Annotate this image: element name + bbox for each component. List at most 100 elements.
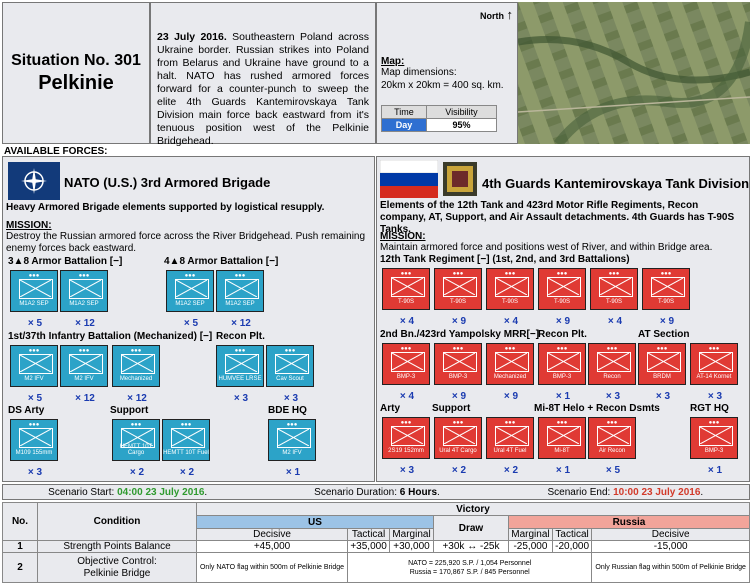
nato-unit-counter[interactable]: ●●● M2 IFV bbox=[60, 345, 108, 387]
russia-unit-counter[interactable]: ●●● T-90S bbox=[590, 268, 638, 310]
russia-unit-counter[interactable]: ●●● BMP-3 bbox=[690, 417, 738, 459]
nato-unit-counter[interactable]: ●●● HEMTT 10T Cargo bbox=[112, 419, 160, 461]
nato-unit-counter[interactable]: ●●● M1A2 SEP bbox=[166, 270, 214, 312]
unit-type-label: M1A2 SEP bbox=[225, 301, 255, 307]
nato-unit-quantity: × 1 bbox=[285, 467, 301, 478]
unit-type-label: Air Recon bbox=[598, 448, 626, 454]
nato-unit-counter[interactable]: ●●● M1A2 SEP bbox=[10, 270, 58, 312]
russia-group-label: 12th Tank Regiment [−] (1st, 2nd, and 3r… bbox=[380, 254, 630, 265]
russia-unit-quantity: × 3 bbox=[707, 391, 723, 402]
row2-condition: Objective Control: Pelkinie Bridge bbox=[37, 552, 197, 583]
division-emblem-icon bbox=[443, 162, 477, 196]
nato-subtitle: Heavy Armored Brigade elements supported… bbox=[6, 202, 325, 213]
russia-unit-quantity: × 4 bbox=[607, 316, 623, 327]
nato-unit-counter[interactable]: ●●● Mechanized bbox=[112, 345, 160, 387]
nato-unit-counter[interactable]: ●●● M1A2 SEP bbox=[60, 270, 108, 312]
russia-unit-counter[interactable]: ●●● Recon bbox=[588, 343, 636, 385]
russia-unit-counter[interactable]: ●●● 2S19 152mm bbox=[382, 417, 430, 459]
row1-threshold-value: -15,000 bbox=[591, 540, 750, 553]
victory-conditions-table: No. Condition Victory US Draw Russia Dec… bbox=[2, 502, 751, 583]
unit-symbol-icon bbox=[443, 277, 477, 297]
russia-unit-counter[interactable]: ●●● BMP-3 bbox=[382, 343, 430, 385]
nato-unit-quantity: × 3 bbox=[27, 467, 43, 478]
nato-unit-quantity: × 12 bbox=[127, 393, 147, 404]
victory-level-header: Marginal bbox=[389, 528, 434, 541]
nato-unit-counter[interactable]: ●●● M109 155mm bbox=[10, 419, 58, 461]
russia-unit-quantity: × 4 bbox=[503, 316, 519, 327]
unit-symbol-icon bbox=[391, 277, 425, 297]
nato-group-label: 3▲8 Armor Battalion [−] bbox=[8, 256, 123, 267]
unit-symbol-icon bbox=[19, 279, 53, 299]
unit-type-label: M2 IFV bbox=[282, 450, 302, 456]
unit-type-label: T-90S bbox=[605, 299, 622, 305]
russia-unit-quantity: × 9 bbox=[555, 316, 571, 327]
russia-unit-quantity: × 2 bbox=[451, 465, 467, 476]
unit-type-label: HEMTT 10T Fuel bbox=[163, 450, 209, 456]
nato-unit-quantity: × 12 bbox=[75, 318, 95, 329]
nato-unit-counter[interactable]: ●●● M2 IFV bbox=[10, 345, 58, 387]
russia-unit-counter[interactable]: ●●● AT-14 Kornet bbox=[690, 343, 738, 385]
scenario-end: Scenario End: 10:00 23 July 2016. bbox=[547, 486, 704, 498]
russia-unit-counter[interactable]: ●●● T-90S bbox=[642, 268, 690, 310]
russia-unit-counter[interactable]: ●●● BMP-3 bbox=[434, 343, 482, 385]
row1-threshold-value: -20,000 bbox=[551, 540, 593, 553]
russia-unit-counter[interactable]: ●●● Mechanized bbox=[486, 343, 534, 385]
situation-description: 23 July 2016. Southeastern Poland across… bbox=[150, 2, 376, 147]
nato-group-label: Support bbox=[110, 405, 149, 416]
unit-symbol-icon bbox=[699, 352, 733, 372]
russia-unit-quantity: × 1 bbox=[555, 391, 571, 402]
unit-symbol-icon bbox=[225, 354, 259, 374]
russia-unit-counter[interactable]: ●●● T-90S bbox=[382, 268, 430, 310]
victory-condition-header: Condition bbox=[37, 502, 197, 541]
scenario-duration-value: 6 Hours bbox=[399, 486, 438, 498]
unit-symbol-icon bbox=[19, 354, 53, 374]
nato-unit-counter[interactable]: ●●● M1A2 SEP bbox=[216, 270, 264, 312]
russia-unit-quantity: × 3 bbox=[399, 465, 415, 476]
unit-symbol-icon bbox=[121, 354, 155, 374]
time-value: Day bbox=[381, 118, 427, 132]
victory-header: Victory bbox=[196, 502, 750, 516]
russia-unit-counter[interactable]: ●●● BRDM bbox=[638, 343, 686, 385]
unit-symbol-icon bbox=[547, 426, 581, 446]
unit-type-label: T-90S bbox=[657, 299, 674, 305]
unit-symbol-icon bbox=[495, 352, 529, 372]
unit-type-label: T-90S bbox=[553, 299, 570, 305]
unit-type-label: Recon bbox=[603, 374, 621, 380]
nato-unit-counter[interactable]: ●●● M2 IFV bbox=[268, 419, 316, 461]
unit-symbol-icon bbox=[547, 352, 581, 372]
russia-unit-quantity: × 9 bbox=[503, 391, 519, 402]
russia-unit-quantity: × 3 bbox=[605, 391, 621, 402]
russia-unit-counter[interactable]: ●●● Air Recon bbox=[588, 417, 636, 459]
nato-group-label: DS Arty bbox=[8, 405, 45, 416]
unit-symbol-icon bbox=[69, 279, 103, 299]
nato-mission-text: Destroy the Russian armored force across… bbox=[6, 231, 366, 254]
russia-unit-counter[interactable]: ●●● Ural 4T Fuel bbox=[486, 417, 534, 459]
unit-symbol-icon bbox=[547, 277, 581, 297]
visibility-value: 95% bbox=[425, 118, 498, 132]
russia-unit-quantity: × 5 bbox=[605, 465, 621, 476]
russia-unit-counter[interactable]: ●●● T-90S bbox=[434, 268, 482, 310]
russia-unit-counter[interactable]: ●●● Mi-8T bbox=[538, 417, 586, 459]
nato-unit-quantity: × 5 bbox=[27, 393, 43, 404]
nato-unit-quantity: × 3 bbox=[233, 393, 249, 404]
russia-unit-counter[interactable]: ●●● Ural 4T Cargo bbox=[434, 417, 482, 459]
nato-unit-counter[interactable]: ●●● Cav Scout bbox=[266, 345, 314, 387]
russia-group-label: RGT HQ bbox=[690, 403, 729, 414]
russia-unit-counter[interactable]: ●●● T-90S bbox=[538, 268, 586, 310]
unit-symbol-icon bbox=[599, 277, 633, 297]
russia-unit-counter[interactable]: ●●● BMP-3 bbox=[538, 343, 586, 385]
nato-unit-counter[interactable]: ●●● HUMVEE LRSE bbox=[216, 345, 264, 387]
unit-type-label: T-90S bbox=[449, 299, 466, 305]
nato-group-label: 1st/37th Infantry Battalion (Mechanized)… bbox=[8, 331, 213, 342]
unit-type-label: BMP-3 bbox=[396, 374, 416, 380]
nato-unit-counter[interactable]: ●●● HEMTT 10T Fuel bbox=[162, 419, 210, 461]
victory-us-header: US bbox=[196, 515, 434, 529]
russia-unit-quantity: × 4 bbox=[399, 316, 415, 327]
russia-unit-counter[interactable]: ●●● T-90S bbox=[486, 268, 534, 310]
unit-type-label: M1A2 SEP bbox=[19, 301, 49, 307]
unit-symbol-icon bbox=[597, 352, 631, 372]
north-indicator: North ↑ bbox=[479, 7, 513, 22]
unit-symbol-icon bbox=[391, 426, 425, 446]
unit-type-label: M2 IFV bbox=[24, 376, 44, 382]
russia-group-label: Mi-8T Helo + Recon Dsmts bbox=[534, 403, 660, 414]
